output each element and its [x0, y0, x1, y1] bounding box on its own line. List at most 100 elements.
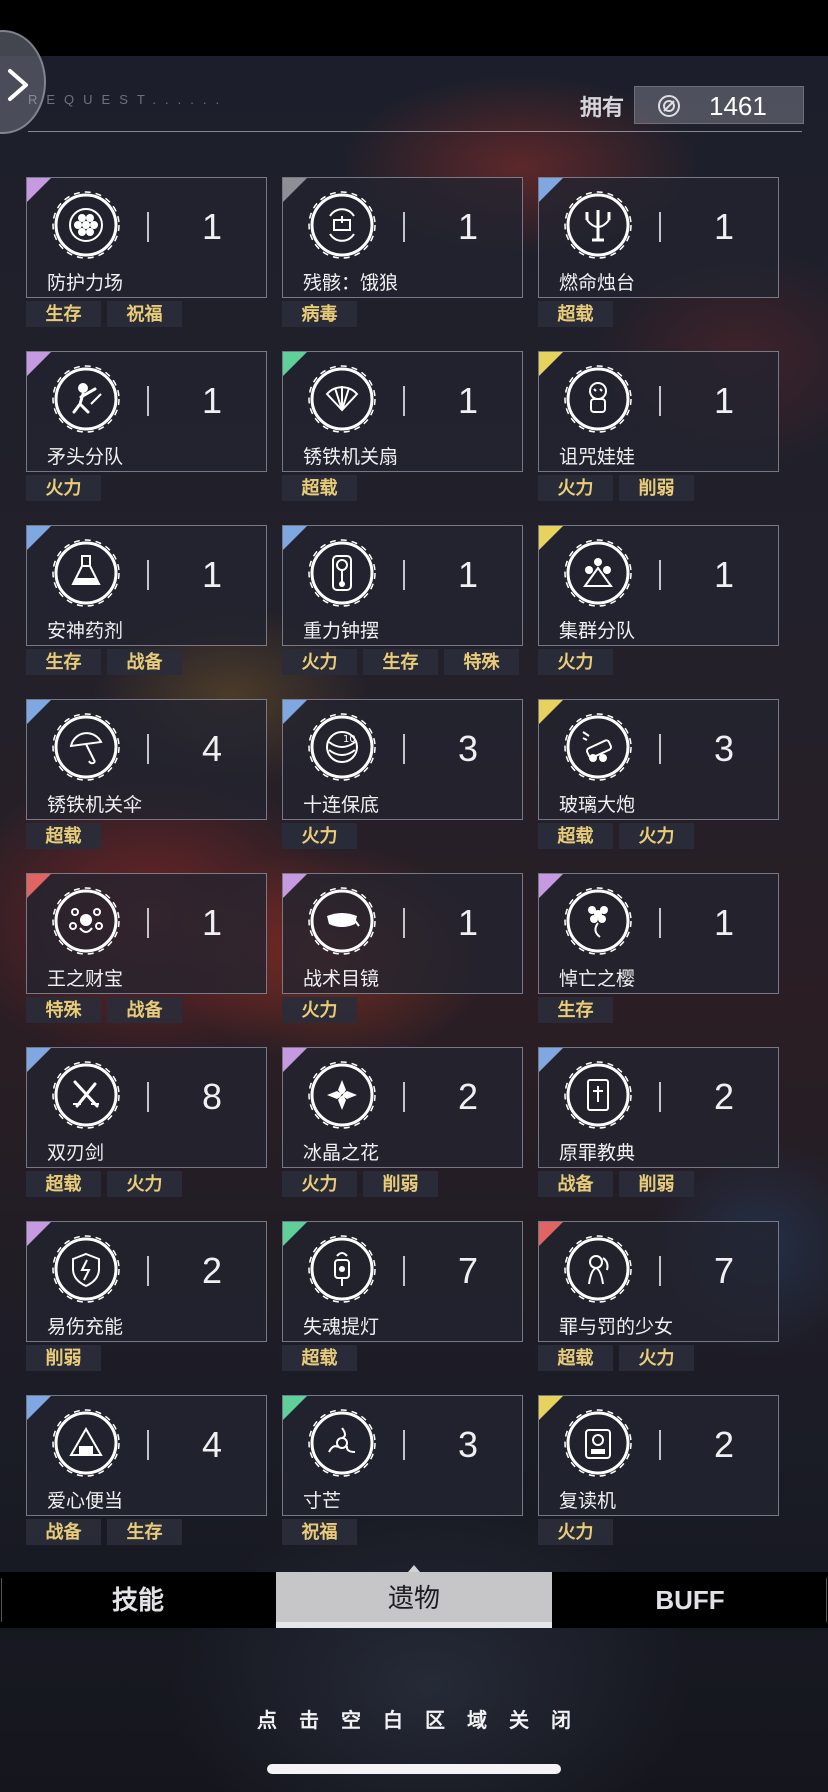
count-divider: [403, 1082, 405, 1112]
tag-badge: 削弱: [363, 1171, 438, 1197]
relic-card[interactable]: 2 复读机: [538, 1395, 779, 1516]
relic-item[interactable]: 1 安神药剂 生存 战备: [26, 525, 267, 696]
rarity-corner: [283, 1222, 307, 1246]
relic-card[interactable]: 1 防护力场: [26, 177, 267, 298]
relic-card[interactable]: 1 矛头分队: [26, 351, 267, 472]
broken-shield-icon: [52, 1235, 120, 1303]
relic-card[interactable]: 1 安神药剂: [26, 525, 267, 646]
relic-item[interactable]: 4 爱心便当 战备 生存: [26, 1395, 267, 1566]
relic-tags: 超载 火力: [538, 823, 694, 849]
count-divider: [659, 212, 661, 242]
currency-display: 1461: [634, 86, 804, 124]
relic-count: 1: [457, 902, 479, 943]
relic-name: 悼亡之樱: [559, 969, 636, 990]
rarity-corner: [283, 700, 307, 724]
relic-tags: 战备 削弱: [538, 1171, 694, 1197]
relic-item[interactable]: 3 玻璃大炮超载 火力: [538, 699, 779, 870]
tag-badge: 特殊: [444, 649, 519, 675]
home-indicator: [267, 1764, 561, 1774]
tag-badge: 火力: [538, 475, 613, 501]
rarity-corner: [539, 874, 563, 898]
scripture-book-icon: [564, 1061, 632, 1129]
relic-card[interactable]: 1 锈铁机关扇: [282, 351, 523, 472]
relic-card[interactable]: 1 悼亡之樱: [538, 873, 779, 994]
relic-item[interactable]: 1 集群分队 火力: [538, 525, 779, 696]
tag-badge: 战备: [538, 1171, 613, 1197]
tab-relics[interactable]: 遗物: [276, 1572, 552, 1628]
relic-item[interactable]: 2 易伤充能削弱: [26, 1221, 267, 1392]
relic-item[interactable]: 1 王之财宝 特殊 战备: [26, 873, 267, 1044]
relic-card[interactable]: 2 冰晶之花: [282, 1047, 523, 1168]
relic-item[interactable]: 1 防护力场 生存 祝福: [26, 177, 267, 348]
count-divider: [147, 908, 149, 938]
relic-count: 1: [713, 902, 735, 943]
relic-card[interactable]: 10 3 十连保底: [282, 699, 523, 820]
tab-separator: [826, 1578, 827, 1622]
tag-badge: 火力: [282, 649, 357, 675]
tag-badge: 战备: [26, 1519, 101, 1545]
glass-cannon-icon: [564, 713, 632, 781]
relic-card[interactable]: 1 战术目镜: [282, 873, 523, 994]
relic-card[interactable]: 2 原罪教典: [538, 1047, 779, 1168]
close-hint[interactable]: 点击空白区域关闭: [0, 1704, 828, 1733]
count-divider: [403, 1256, 405, 1286]
relic-card[interactable]: 1 诅咒娃娃: [538, 351, 779, 472]
relic-count: 3: [457, 1424, 479, 1465]
relic-item[interactable]: 1 矛头分队 火力: [26, 351, 267, 522]
relic-card[interactable]: 3 玻璃大炮: [538, 699, 779, 820]
relic-item[interactable]: 1 悼亡之樱 生存: [538, 873, 779, 1044]
header-divider: [28, 131, 802, 132]
relic-item[interactable]: 3 寸芒祝福: [282, 1395, 523, 1566]
relic-item[interactable]: 2 复读机 火力: [538, 1395, 779, 1566]
relic-item[interactable]: 1 诅咒娃娃 火力 削弱: [538, 351, 779, 522]
relic-card[interactable]: 1 王之财宝: [26, 873, 267, 994]
relic-card[interactable]: 7 失魂提灯: [282, 1221, 523, 1342]
rarity-corner: [539, 1222, 563, 1246]
cassette-player-icon: [564, 1409, 632, 1477]
relic-name: 防护力场: [47, 273, 124, 294]
relic-item[interactable]: 4 锈铁机关伞超载: [26, 699, 267, 870]
svg-text:10: 10: [343, 734, 356, 745]
relic-item[interactable]: 10 3 十连保底 火力: [282, 699, 523, 870]
relic-card[interactable]: 1 燃命烛台: [538, 177, 779, 298]
relic-count: 2: [201, 1250, 223, 1291]
relic-item[interactable]: 1 残骸：饿狼 病毒: [282, 177, 523, 348]
tab-bar: 技能 遗物 BUFF: [0, 1572, 828, 1628]
relic-card[interactable]: 4 爱心便当: [26, 1395, 267, 1516]
rarity-corner: [27, 874, 51, 898]
tag-badge: 超载: [26, 823, 101, 849]
relic-tags: 祝福: [282, 1519, 357, 1545]
triple-blade-icon: [308, 1409, 376, 1477]
relic-item[interactable]: 7 失魂提灯 超载: [282, 1221, 523, 1392]
tab-skills[interactable]: 技能: [0, 1572, 276, 1628]
relic-tags: 火力: [282, 997, 357, 1023]
count-divider: [659, 560, 661, 590]
relic-card[interactable]: 2 易伤充能: [26, 1221, 267, 1342]
relic-item[interactable]: 8 双刃剑 超载 火力: [26, 1047, 267, 1218]
tag-badge: 削弱: [26, 1345, 101, 1371]
relic-card[interactable]: 4 锈铁机关伞: [26, 699, 267, 820]
relic-card[interactable]: 1 重力钟摆: [282, 525, 523, 646]
count-divider: [147, 560, 149, 590]
relic-card[interactable]: 3 寸芒: [282, 1395, 523, 1516]
potion-flask-icon: [52, 539, 120, 607]
relic-item[interactable]: 1 燃命烛台 超载: [538, 177, 779, 348]
relic-item[interactable]: 1 战术目镜火力: [282, 873, 523, 1044]
relic-tags: 超载 火力: [538, 1345, 694, 1371]
relic-card[interactable]: 7 罪与罚的少女: [538, 1221, 779, 1342]
relic-item[interactable]: 1 重力钟摆 火力 生存 特殊: [282, 525, 523, 696]
currency-value: 1461: [709, 91, 767, 121]
relic-card[interactable]: 8 双刃剑: [26, 1047, 267, 1168]
relic-card[interactable]: 1 残骸：饿狼: [282, 177, 523, 298]
relic-count: 2: [713, 1424, 735, 1465]
relic-item[interactable]: 7 罪与罚的少女超载 火力: [538, 1221, 779, 1392]
relic-item[interactable]: 2 冰晶之花 火力 削弱: [282, 1047, 523, 1218]
relic-count: 1: [457, 380, 479, 421]
rarity-corner: [283, 1048, 307, 1072]
relic-card[interactable]: 1 集群分队: [538, 525, 779, 646]
double-blade-icon: [52, 1061, 120, 1129]
tag-badge: 战备: [107, 649, 182, 675]
relic-item[interactable]: 1 锈铁机关扇 超载: [282, 351, 523, 522]
relic-item[interactable]: 2 原罪教典战备 削弱: [538, 1047, 779, 1218]
tab-buff[interactable]: BUFF: [552, 1572, 828, 1628]
